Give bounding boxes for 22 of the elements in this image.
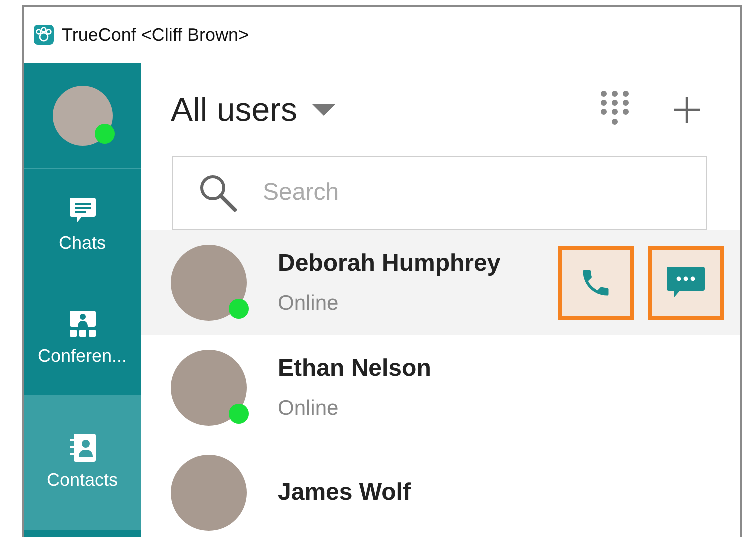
add-icon[interactable] (674, 96, 700, 122)
message-button[interactable] (648, 246, 724, 320)
contact-status: Online (278, 292, 340, 316)
contact-row[interactable]: Ethan Nelson Online (141, 335, 740, 440)
chat-icon (70, 197, 96, 225)
contact-row[interactable]: Deborah Humphrey Online (141, 230, 740, 335)
message-icon (666, 264, 706, 300)
address-book-icon (70, 434, 96, 462)
contact-status: Online (278, 396, 340, 420)
sidebar-item[interactable]: Conferen... (24, 282, 141, 395)
sidebar-item[interactable]: Chats (24, 169, 141, 282)
list-title: All users (171, 90, 298, 128)
search-field[interactable]: Search (172, 156, 707, 230)
contact-name: James Wolf (278, 478, 411, 506)
call-button[interactable] (558, 246, 634, 320)
app-logo-icon (34, 25, 54, 45)
contact-name: Ethan Nelson (278, 354, 432, 382)
window-title: TrueConf <Cliff Brown> (62, 24, 250, 46)
conference-icon (68, 310, 96, 338)
contact-row[interactable]: James Wolf (141, 440, 740, 537)
caret-icon[interactable] (312, 104, 336, 116)
contact-name: Deborah Humphrey (278, 250, 501, 278)
